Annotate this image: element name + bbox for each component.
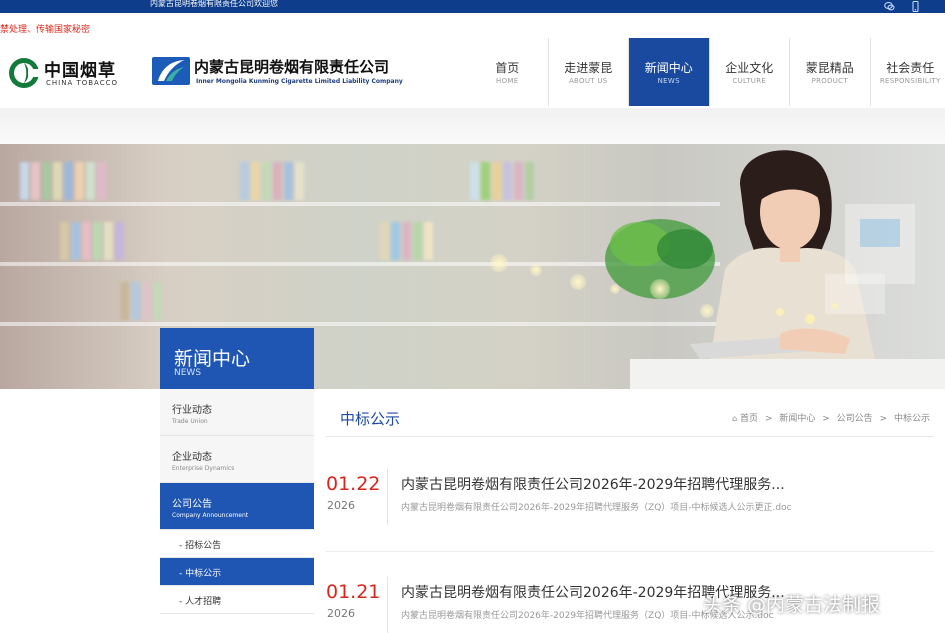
breadcrumb-current[interactable]: 中标公示 <box>894 414 930 424</box>
china-tobacco-cn: 中国烟草 <box>44 61 116 81</box>
nav-label-cn: 社会责任 <box>886 61 935 75</box>
nav-label-cn: 蒙昆精品 <box>805 61 854 75</box>
nav-item-about[interactable]: 走进蒙昆 ABOUT US <box>547 38 629 106</box>
wechat-icon[interactable] <box>884 1 895 12</box>
company-name-cn: 内蒙古昆明卷烟有限责任公司 <box>194 58 390 76</box>
page-title: 中标公示 <box>340 410 401 428</box>
nav-label-en: HOME <box>496 77 519 85</box>
sidebar-title: 新闻中心 <box>174 348 251 370</box>
breadcrumb-separator: > <box>879 414 888 424</box>
top-bar: 内蒙古昆明卷烟有限责任公司欢迎您 <box>0 0 945 13</box>
banner-sparkle <box>610 284 620 294</box>
news-date: 01.22 <box>326 473 381 495</box>
news-year: 2026 <box>327 607 355 620</box>
sidebar-subitem-bidding[interactable]: - 招标公告 <box>160 530 314 558</box>
security-notice: 禁处理、传输国家秘密 <box>0 25 91 35</box>
sidebar-title-en: NEWS <box>174 368 202 378</box>
news-divider <box>387 577 388 633</box>
breadcrumb-separator: > <box>822 414 830 424</box>
news-title[interactable]: 内蒙古昆明卷烟有限责任公司2026年-2029年招聘代理服务... <box>401 474 785 494</box>
breadcrumb-home[interactable]: 首页 <box>740 414 758 424</box>
nav-label-en: CULTURE <box>732 77 767 85</box>
banner-books <box>20 162 108 202</box>
sidebar-item-announcement[interactable]: 公司公告 Company Announcement <box>160 483 314 530</box>
nav-item-culture[interactable]: 企业文化 CULTURE <box>708 38 790 106</box>
sidebar-header: 新闻中心 NEWS <box>160 328 314 389</box>
banner-sparkle <box>530 264 542 276</box>
company-logo[interactable]: 内蒙古昆明卷烟有限责任公司 Inner Mongolia Kunming Cig… <box>152 55 422 95</box>
breadcrumb: ⌂ 首页 > 新闻中心 > 公司公告 > 中标公示 <box>732 411 930 424</box>
nav-label-cn: 走进蒙昆 <box>564 61 613 75</box>
banner-books <box>120 282 164 322</box>
china-tobacco-en: CHINA TOBACCO <box>46 79 119 87</box>
banner-sparkle <box>570 274 586 290</box>
sidebar-item-label: 行业动态 <box>172 405 212 416</box>
sidebar-item-label-en: Trade Union <box>172 418 208 425</box>
breadcrumb-separator: > <box>764 414 773 424</box>
banner-woman-illustration <box>630 150 945 389</box>
breadcrumb-announcement[interactable]: 公司公告 <box>837 414 873 424</box>
company-emblem-icon <box>152 57 190 85</box>
banner-books <box>60 222 126 262</box>
news-date: 01.21 <box>326 581 381 603</box>
hero-banner <box>0 144 945 389</box>
nav-label-en: RESPONSIBILITY <box>879 77 941 85</box>
banner-shelf <box>0 322 720 326</box>
sidebar-subitem-award[interactable]: - 中标公示 <box>160 558 314 586</box>
nav-item-news[interactable]: 新闻中心 NEWS <box>628 38 709 106</box>
news-item[interactable]: 01.22 2026 内蒙古昆明卷烟有限责任公司2026年-2029年招聘代理服… <box>326 467 934 537</box>
nav-label-en: PRODUCT <box>811 77 848 85</box>
sidebar-item-label-en: Enterprise Dynamics <box>172 465 235 472</box>
header: 中国烟草 CHINA TOBACCO 内蒙古昆明卷烟有限责任公司 Inner M… <box>0 38 945 108</box>
news-separator <box>326 551 934 552</box>
sidebar-item-label: 企业动态 <box>172 452 212 463</box>
china-tobacco-emblem-icon <box>9 58 40 88</box>
nav-label-cn: 首页 <box>495 61 520 75</box>
sidebar-item-label-en: Company Announcement <box>172 512 249 519</box>
nav-item-home[interactable]: 首页 HOME <box>467 38 548 106</box>
banner-sparkle <box>490 254 508 272</box>
banner-books <box>240 162 306 202</box>
sidebar-item-label: 公司公告 <box>172 499 212 510</box>
news-summary: 内蒙古昆明卷烟有限责任公司2026年-2029年招聘代理服务（ZQ）项目-中标候… <box>401 503 792 513</box>
news-divider <box>387 469 388 525</box>
company-name-en: Inner Mongolia Kunming Cigarette Limited… <box>196 78 403 85</box>
home-icon: ⌂ <box>732 414 738 423</box>
watermark: 头条 @内蒙古法制报 <box>703 594 881 616</box>
sidebar-menu: 行业动态 Trade Union 企业动态 Enterprise Dynamic… <box>160 389 314 614</box>
title-divider <box>326 436 934 437</box>
nav-label-cn: 企业文化 <box>725 61 774 75</box>
news-year: 2026 <box>327 499 355 512</box>
banner-books <box>470 162 536 202</box>
page: 内蒙古昆明卷烟有限责任公司欢迎您 禁处理、传输国家秘密 中国烟草 CHINA T… <box>0 0 945 633</box>
header-divider <box>0 108 945 144</box>
nav-label-cn: 新闻中心 <box>644 61 693 75</box>
main-nav: 首页 HOME 走进蒙昆 ABOUT US 新闻中心 NEWS 企业文化 CUL… <box>467 38 945 106</box>
mobile-icon[interactable] <box>910 1 921 12</box>
china-tobacco-logo[interactable]: 中国烟草 CHINA TOBACCO <box>8 55 128 95</box>
nav-label-en: ABOUT US <box>568 77 608 85</box>
nav-label-en: NEWS <box>657 77 680 85</box>
nav-item-responsibility[interactable]: 社会责任 RESPONSIBILITY <box>869 38 945 106</box>
nav-item-product[interactable]: 蒙昆精品 PRODUCT <box>789 38 870 106</box>
breadcrumb-news[interactable]: 新闻中心 <box>779 414 815 424</box>
sidebar-item-enterprise-news[interactable]: 企业动态 Enterprise Dynamics <box>160 436 314 483</box>
site-welcome-text: 内蒙古昆明卷烟有限责任公司欢迎您 <box>150 0 278 8</box>
sidebar-item-industry-news[interactable]: 行业动态 Trade Union <box>160 389 314 436</box>
banner-books <box>380 222 435 262</box>
sidebar-subitem-recruitment[interactable]: - 人才招聘 <box>160 586 314 614</box>
